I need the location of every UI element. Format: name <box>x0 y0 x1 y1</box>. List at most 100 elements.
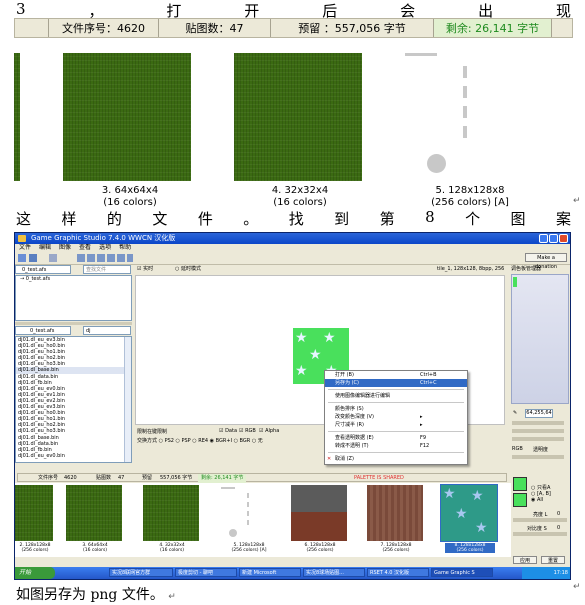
texture-thumbnail-4[interactable] <box>234 53 362 181</box>
splitter[interactable] <box>15 322 132 325</box>
taskbar-item[interactable]: RSET 4.0 汉化版 <box>367 568 429 577</box>
minimize-button[interactable] <box>539 234 548 243</box>
taskbar-item[interactable]: 实况8联网官方群 <box>109 568 173 577</box>
title-bar: Game Graphic Studio 7.4.0 WWCN 汉化版 <box>15 233 570 244</box>
close-button[interactable] <box>559 234 568 243</box>
doc-char: 图 <box>510 210 526 228</box>
taskbar-item-active[interactable]: Game Graphic S <box>431 568 493 577</box>
menu-view[interactable]: 查看 <box>79 244 91 252</box>
apply-button[interactable]: 应用 <box>513 556 537 564</box>
menu-edit[interactable]: 编辑 <box>39 244 51 252</box>
doc-line-3: 如图另存为 png 文件。 ↵ <box>16 584 176 604</box>
format-radio-re4[interactable]: ○ RE4 <box>192 438 208 444</box>
reset-button[interactable]: 重置 <box>541 556 565 564</box>
color-editor: ✎ 64,255,64 RGB 透明度 <box>511 409 569 469</box>
palette-shared-label: PALETTE IS SHARED <box>354 475 404 481</box>
data-checkbox[interactable]: ☑ Data <box>219 428 237 434</box>
realtime-checkbox[interactable]: ☑ 实时 <box>137 265 153 274</box>
view-icon[interactable] <box>49 254 57 262</box>
slider-b[interactable] <box>512 437 564 441</box>
alpha-checkbox[interactable]: ☑ Alpha <box>259 428 279 434</box>
format-radio-ps2[interactable]: ○ PS2 <box>159 438 174 444</box>
file-tab[interactable]: 0_test.afs <box>15 326 71 335</box>
texture-thumbnail-2[interactable] <box>15 485 53 541</box>
current-color-swatch[interactable] <box>513 477 527 491</box>
texture-thumbnail-6[interactable] <box>291 485 347 541</box>
start-button[interactable]: 开始 <box>15 567 55 579</box>
palette-grid[interactable] <box>511 274 569 404</box>
rgb-checkbox[interactable]: ☑ RGB <box>239 428 256 434</box>
eyedropper-icon[interactable]: ✎ <box>513 410 517 416</box>
menu-item-color-depth[interactable]: 改变颜色深度 (V) ▸ <box>325 413 467 421</box>
slider-r[interactable] <box>512 421 564 425</box>
taskbar-item[interactable]: 新建 Microsoft <box>239 568 301 577</box>
return-mark: ↵ <box>573 582 581 592</box>
thumbnail-strip: ★ ★ ★ ★ 2. 128x128x8 (256 colors) 3. 64x6… <box>15 483 511 557</box>
slider-g[interactable] <box>512 429 564 433</box>
texture-thumbnail-7[interactable] <box>367 485 423 541</box>
tree-item[interactable]: → 0_test.afs <box>16 276 131 282</box>
rgb-label: RGB <box>512 446 523 452</box>
menu-options[interactable]: 选项 <box>99 244 111 252</box>
taskbar-item[interactable]: 实况8球场贴图... <box>303 568 365 577</box>
app-icon <box>18 235 26 242</box>
menu-bar: 文件 编辑 图像 查看 选项 帮助 <box>15 244 570 252</box>
doc-char: 打 <box>166 2 182 20</box>
texture-thumbnail-8[interactable]: ★ ★ ★ ★ <box>440 484 498 542</box>
texture-thumbnail-partial[interactable] <box>14 53 20 181</box>
view-mode-radios: ○ 只看A ○ [A, B] ◉ All <box>531 485 570 503</box>
format-radio-bgri[interactable]: ◉ BGR+I <box>210 438 232 444</box>
taskbar-item[interactable]: 极度剪切 - 聊吧 <box>175 568 237 577</box>
save-icon[interactable] <box>29 254 37 262</box>
menu-help[interactable]: 帮助 <box>119 244 131 252</box>
status-reserved: 557,056 字节 <box>160 475 193 481</box>
status-remaining: 剩余: 26,141 字节 <box>198 474 247 483</box>
texture-thumbnail-3[interactable] <box>66 485 122 541</box>
alpha-texture-ball[interactable] <box>229 529 237 537</box>
menu-item-edit-in-editor[interactable]: 使用图像编辑器进行编辑 <box>325 392 467 400</box>
contrast-label: 对比度 S <box>527 526 547 532</box>
doc-char: 后 <box>322 2 338 20</box>
menu-item-save-as[interactable]: 另存为 (C) Ctrl+C <box>325 379 467 387</box>
thumb-caption-6: 6. 128x128x8 (256 colors) <box>304 543 336 553</box>
clock: 17:18 <box>522 567 570 579</box>
toolbar-icons[interactable] <box>77 254 133 262</box>
menu-item-sort-colors[interactable]: 颜色排序 (S) <box>325 405 467 413</box>
alpha-texture-top-bar <box>405 53 437 56</box>
doc-char: 这 <box>16 210 32 228</box>
format-radio-none[interactable]: ○ 无 <box>252 438 263 444</box>
previous-color-swatch[interactable] <box>513 493 527 507</box>
brightness-slider[interactable] <box>513 518 567 522</box>
open-icon[interactable] <box>18 254 26 262</box>
app-window: Game Graphic Studio 7.4.0 WWCN 汉化版 文件 编辑… <box>14 232 571 580</box>
radio-all[interactable]: ◉ All <box>531 497 570 503</box>
texture-thumbnail-3[interactable] <box>63 53 191 181</box>
doc-char: 第 <box>379 210 395 228</box>
alpha-texture-top-bar <box>221 487 235 489</box>
filter-input[interactable]: dj <box>83 326 131 335</box>
color-value-field[interactable]: 64,255,64 <box>525 409 553 418</box>
menu-file[interactable]: 文件 <box>19 244 31 252</box>
selected-palette-swatch[interactable] <box>513 277 517 287</box>
view-mode-bar: ☑ 实时 ○ 延时模式 tile_1, 128x128, 8bpp, 256 c… <box>135 265 505 281</box>
delay-mode-radio[interactable]: ○ 延时模式 <box>175 265 201 274</box>
menu-item-open[interactable]: 打开 (B) Ctrl+B <box>325 371 467 379</box>
thumb-caption-2: 2. 128x128x8 (256 colors) <box>19 543 51 553</box>
file-list-scrollbar[interactable] <box>124 337 131 462</box>
texture-thumbnail-4[interactable] <box>143 485 199 541</box>
alpha-texture-ball[interactable] <box>427 154 446 173</box>
donate-button[interactable]: Make a donation <box>525 253 567 270</box>
reserved-bytes: 预留 ：557,056 字节 <box>271 19 434 37</box>
search-input[interactable]: 查找文件 <box>83 265 131 274</box>
contrast-slider[interactable] <box>513 532 567 536</box>
afs-tab[interactable]: 0_test.afs <box>15 265 71 274</box>
thumb-caption-3: 3. 64x64x4 (16 colors) <box>82 543 108 553</box>
list-item[interactable]: dj01.dl_eu_ev0.bin <box>16 453 131 459</box>
format-radio-psp[interactable]: ○ PSP <box>176 438 191 444</box>
slider-alpha[interactable] <box>512 455 564 459</box>
format-radio-bgr[interactable]: ○ BGR <box>234 438 251 444</box>
maximize-button[interactable] <box>549 234 558 243</box>
menu-image[interactable]: 图像 <box>59 244 71 252</box>
status-file-index: 4620 <box>64 475 77 481</box>
doc-line-1: 3 ， 打 开 后 会 出 现 <box>0 0 585 20</box>
